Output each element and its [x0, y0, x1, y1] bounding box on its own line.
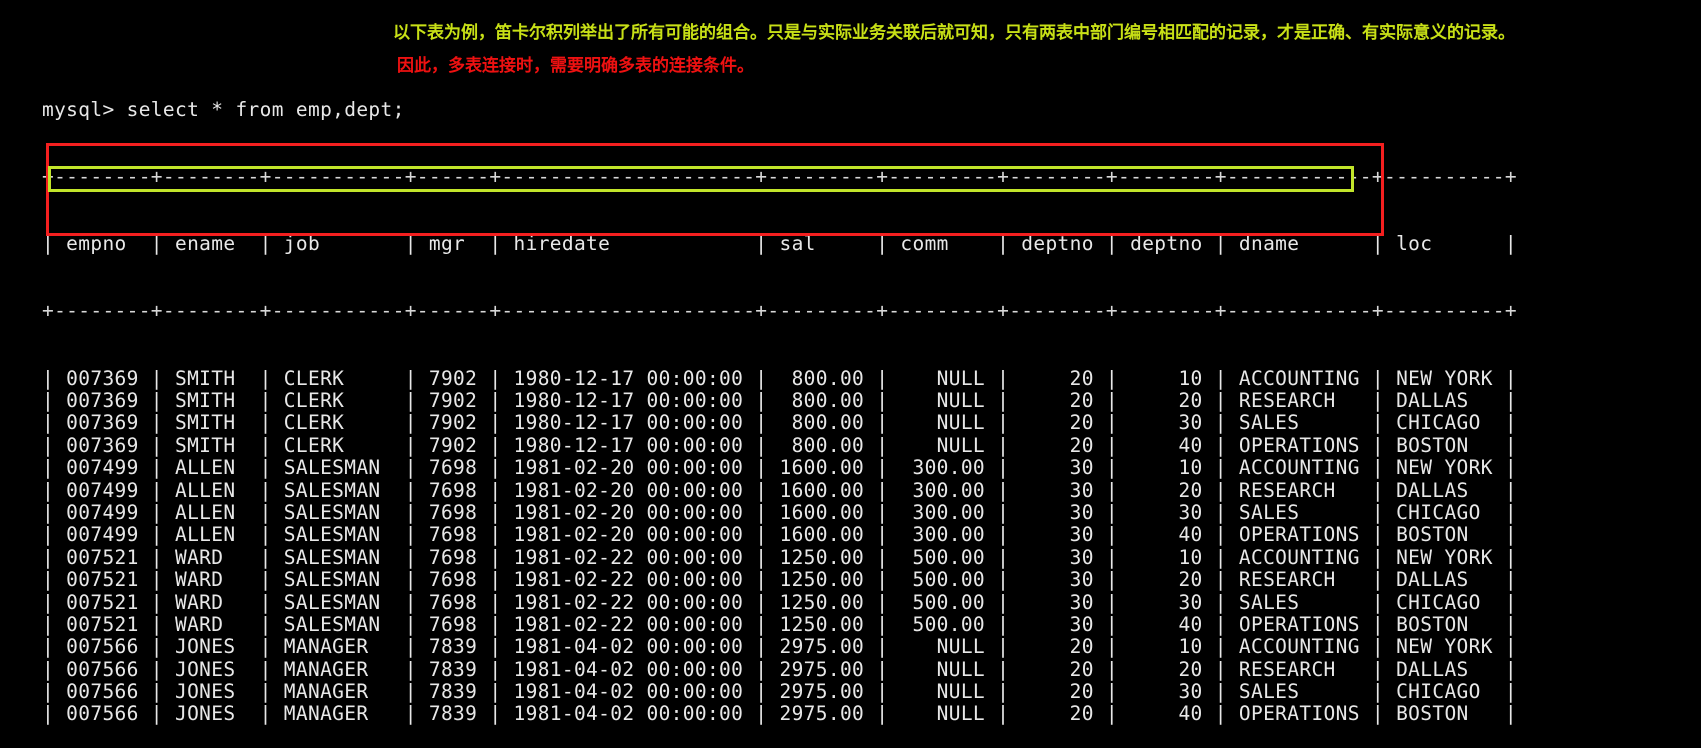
table-row: | 007499 | ALLEN | SALESMAN | 7698 | 198… [42, 523, 1517, 547]
mysql-prompt-line: mysql> select * from emp,dept; [42, 97, 405, 121]
table-row: | 007499 | ALLEN | SALESMAN | 7698 | 198… [42, 500, 1517, 524]
table-header-row: | empno | ename | job | mgr | hiredate |… [42, 232, 1517, 256]
table-row: | 007369 | SMITH | CLERK | 7902 | 1980-1… [42, 433, 1517, 457]
yellow-annotation-note: 以下表为例，笛卡尔积列举出了所有可能的组合。只是与实际业务关联后就可知，只有两表… [393, 23, 1515, 43]
table-row: | 007566 | JONES | MANAGER | 7839 | 1981… [42, 635, 1517, 659]
table-top-border: +--------+--------+-----------+------+--… [42, 165, 1517, 189]
table-row: | 007499 | ALLEN | SALESMAN | 7698 | 198… [42, 478, 1517, 502]
table-row: | 007566 | JONES | MANAGER | 7839 | 1981… [42, 680, 1517, 704]
table-row: | 007521 | WARD | SALESMAN | 7698 | 1981… [42, 590, 1517, 614]
table-row: | 007369 | SMITH | CLERK | 7902 | 1980-1… [42, 366, 1517, 390]
table-row: | 007521 | WARD | SALESMAN | 7698 | 1981… [42, 545, 1517, 569]
table-row: | 007566 | JONES | MANAGER | 7839 | 1981… [42, 702, 1517, 726]
table-row: | 007566 | JONES | MANAGER | 7839 | 1981… [42, 657, 1517, 681]
mysql-terminal-output[interactable]: mysql> select * from emp,dept; +--------… [42, 54, 1517, 748]
table-row: | 007369 | SMITH | CLERK | 7902 | 1980-1… [42, 389, 1517, 413]
table-row: | 007499 | ALLEN | SALESMAN | 7698 | 198… [42, 456, 1517, 480]
table-row: | 007521 | WARD | SALESMAN | 7698 | 1981… [42, 612, 1517, 636]
table-header-border: +--------+--------+-----------+------+--… [42, 299, 1517, 323]
table-row: | 007369 | SMITH | CLERK | 7902 | 1980-1… [42, 411, 1517, 435]
table-row: | 007521 | WARD | SALESMAN | 7698 | 1981… [42, 568, 1517, 592]
